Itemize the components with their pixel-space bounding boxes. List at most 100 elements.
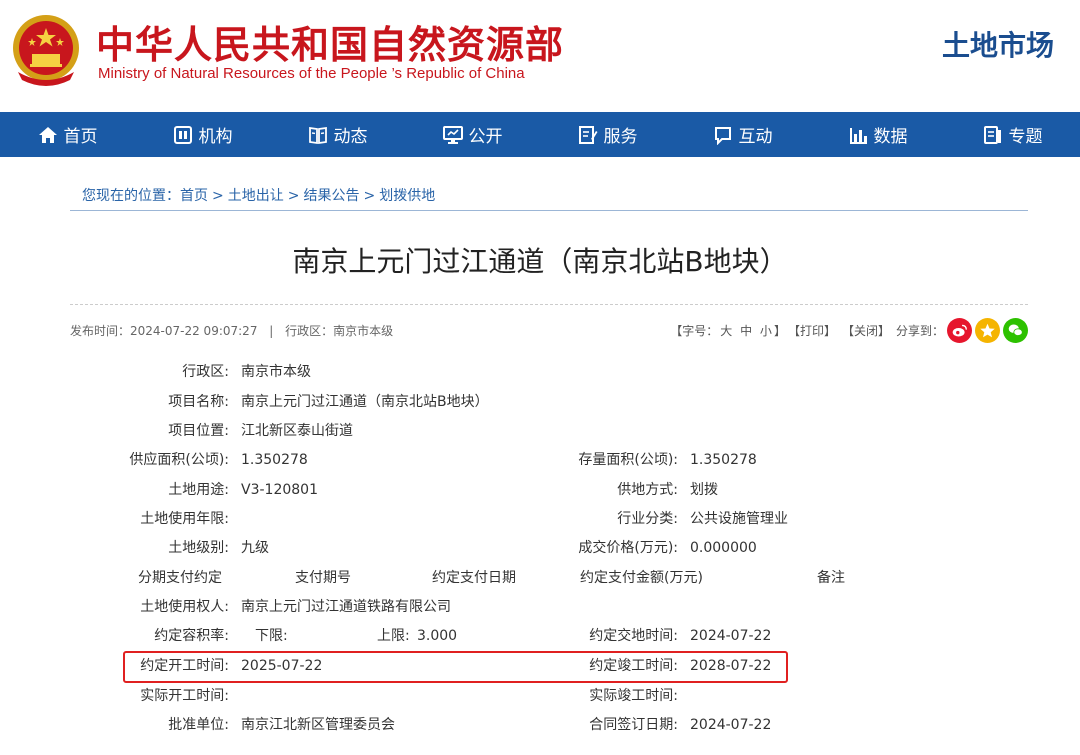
font-size-close: 】	[773, 324, 786, 338]
weibo-icon	[952, 324, 967, 337]
title-divider	[70, 304, 1028, 305]
nav-item-topic[interactable]: 专题	[945, 112, 1080, 157]
delivery-value: 2024-07-22	[690, 628, 772, 644]
article-meta: 发布时间：2024-07-22 09:07:27 | 行政区：南京市本级	[70, 322, 393, 339]
district-label: 行政区:	[182, 364, 229, 380]
land-use-value: V3-120801	[241, 482, 318, 498]
breadcrumb-sep: >	[363, 188, 376, 204]
far-label: 约定容积率:	[154, 628, 229, 644]
nav-item-home[interactable]: 首页	[0, 112, 135, 157]
breadcrumb-land-transfer[interactable]: 土地出让	[228, 188, 284, 204]
nav-item-interact[interactable]: 互动	[675, 112, 810, 157]
land-market-title[interactable]: 土地市场	[942, 24, 1054, 64]
actual-complete-label: 实际竣工时间:	[589, 688, 678, 704]
actual-start-label: 实际开工时间:	[140, 688, 229, 704]
breadcrumb-sep: >	[212, 188, 224, 204]
breadcrumb-divider	[70, 210, 1028, 211]
industry-value: 公共设施管理业	[690, 511, 788, 527]
nav-item-service[interactable]: 服务	[540, 112, 675, 157]
pay-date-header: 约定支付日期	[432, 570, 516, 586]
nav-label: 公开	[468, 127, 503, 147]
approver-label: 批准单位:	[168, 717, 229, 733]
row-grade-price: 土地级别: 九级 成交价格(万元): 0.000000	[0, 534, 1080, 562]
ministry-title-en: Ministry of Natural Resources of the Peo…	[98, 65, 525, 82]
land-grade-label: 土地级别:	[168, 540, 229, 556]
meta-divider: |	[269, 324, 274, 338]
nav-item-public[interactable]: 公开	[405, 112, 540, 157]
site-header: 中华人民共和国自然资源部 Ministry of Natural Resourc…	[0, 0, 1080, 112]
breadcrumb-allocation[interactable]: 划拨供地	[379, 188, 435, 204]
use-years-label: 土地使用年限:	[140, 511, 229, 527]
nav-label: 首页	[63, 127, 98, 147]
supply-area-label: 供应面积(公顷):	[129, 452, 229, 468]
nav-item-institution[interactable]: 机构	[135, 112, 270, 157]
close-button[interactable]: 【关闭】	[842, 322, 890, 339]
meta-district: 行政区：南京市本级	[285, 324, 394, 338]
project-name-label: 项目名称:	[168, 394, 229, 410]
row-land-use: 土地用途: V3-120801 供地方式: 划拨	[0, 476, 1080, 504]
nav-label: 机构	[198, 127, 233, 147]
page-title: 南京上元门过江通道（南京北站B地块）	[292, 245, 788, 278]
main-nav: 首页 机构 动态 公开 服务 互动 数据 专题	[0, 112, 1080, 157]
nav-label: 服务	[603, 127, 638, 147]
approver-value: 南京江北新区管理委员会	[241, 717, 395, 733]
period-header: 支付期号	[295, 570, 351, 586]
print-button[interactable]: 【打印】	[788, 322, 836, 339]
district-value: 南京市本级	[241, 364, 311, 380]
edit-doc-icon	[578, 125, 597, 144]
location-label: 项目位置:	[168, 423, 229, 439]
nav-label: 专题	[1008, 127, 1043, 147]
nav-item-news[interactable]: 动态	[270, 112, 405, 157]
row-user: 土地使用权人: 南京上元门过江通道铁路有限公司	[0, 593, 1080, 621]
ministry-title-cn: 中华人民共和国自然资源部	[96, 23, 565, 67]
row-use-years: 土地使用年限: 行业分类: 公共设施管理业	[0, 505, 1080, 533]
breadcrumb: 您现在的位置：首页 > 土地出让 > 结果公告 > 划拨供地	[82, 185, 435, 205]
publish-time: 发布时间：2024-07-22 09:07:27	[70, 324, 258, 338]
far-upper-label: 上限:	[377, 628, 410, 644]
home-icon	[38, 126, 57, 143]
row-far: 约定容积率: 下限: 上限: 3.000 约定交地时间: 2024-07-22	[0, 622, 1080, 650]
share-label: 分享到：	[895, 324, 944, 338]
wechat-icon	[1008, 324, 1023, 337]
star-icon	[980, 323, 995, 338]
monitor-icon	[442, 125, 463, 144]
wechat-share-button[interactable]	[1003, 318, 1028, 343]
user-value: 南京上元门过江通道铁路有限公司	[241, 599, 451, 615]
breadcrumb-prefix: 您现在的位置：	[82, 188, 180, 204]
installment-header: 分期支付约定	[138, 570, 222, 586]
far-upper-value: 3.000	[417, 628, 458, 644]
nav-item-data[interactable]: 数据	[810, 112, 945, 157]
topic-icon	[983, 125, 1001, 144]
row-location: 项目位置: 江北新区泰山街道	[0, 417, 1080, 445]
font-medium-button[interactable]: 中	[740, 322, 752, 339]
institution-icon	[173, 125, 192, 144]
nav-label: 动态	[333, 127, 368, 147]
nav-label: 互动	[738, 127, 773, 147]
user-label: 土地使用权人:	[140, 599, 229, 615]
breadcrumb-sep: >	[287, 188, 300, 204]
stock-area-label: 存量面积(公顷):	[578, 452, 678, 468]
row-installment-header: 分期支付约定 支付期号 约定支付日期 约定支付金额(万元) 备注	[0, 564, 1080, 592]
price-label: 成交价格(万元):	[578, 540, 678, 556]
supply-area-value: 1.350278	[241, 452, 308, 468]
far-lower-label: 下限:	[255, 628, 288, 644]
land-grade-value: 九级	[241, 540, 269, 556]
breadcrumb-home[interactable]: 首页	[180, 188, 208, 204]
supply-method-value: 划拨	[690, 482, 718, 498]
row-district: 行政区: 南京市本级	[0, 358, 1080, 386]
chat-icon	[714, 126, 731, 145]
breadcrumb-result-notice[interactable]: 结果公告	[303, 188, 359, 204]
book-icon	[308, 126, 327, 144]
row-actual: 实际开工时间: 实际竣工时间:	[0, 682, 1080, 710]
price-value: 0.000000	[690, 540, 757, 556]
weibo-share-button[interactable]	[947, 318, 972, 343]
row-area: 供应面积(公顷): 1.350278 存量面积(公顷): 1.350278	[0, 446, 1080, 474]
nav-label: 数据	[873, 127, 908, 147]
font-large-button[interactable]: 大	[720, 322, 732, 339]
project-name-value: 南京上元门过江通道（南京北站B地块）	[241, 394, 489, 410]
location-value: 江北新区泰山街道	[241, 423, 353, 439]
pay-amount-header: 约定支付金额(万元)	[580, 570, 703, 586]
qzone-share-button[interactable]	[975, 318, 1000, 343]
font-small-button[interactable]: 小	[760, 322, 772, 339]
land-use-label: 土地用途:	[168, 482, 229, 498]
